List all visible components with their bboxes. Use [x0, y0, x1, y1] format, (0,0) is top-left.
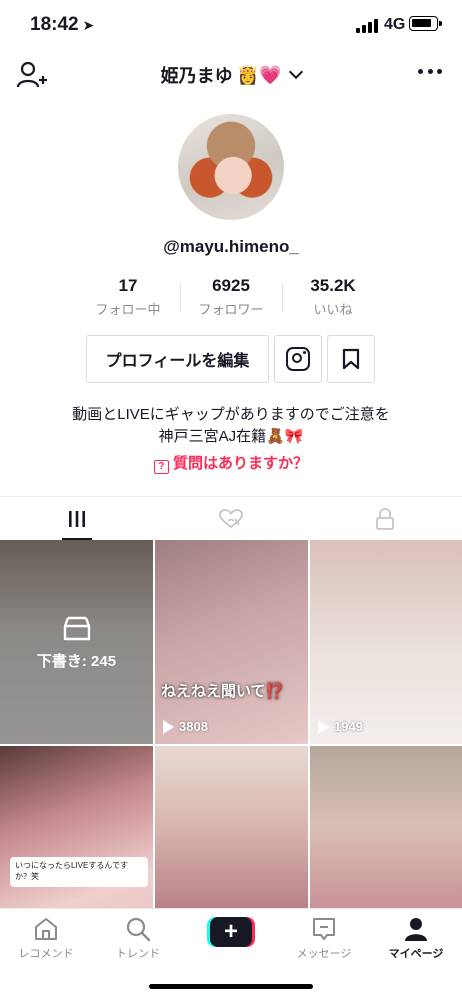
bio-line: 動画とLIVEにギャップがありますのでご注意を: [72, 406, 390, 423]
following-count: 17: [118, 276, 138, 295]
create-button[interactable]: +: [207, 917, 255, 947]
play-icon: [318, 719, 329, 734]
lock-icon: [376, 507, 394, 530]
video-cell[interactable]: 1949: [310, 540, 462, 744]
dot-icon: [437, 68, 442, 74]
followers-count: 6925: [212, 276, 250, 295]
following-stat[interactable]: 17 フォロー中: [78, 276, 178, 318]
tab-videos[interactable]: [0, 497, 154, 540]
profile-handle: @mayu.himeno_: [163, 237, 299, 256]
status-time: 18:42 ➤: [30, 14, 94, 36]
nav-label: メッセージ: [296, 948, 352, 960]
bookmarks-button[interactable]: [327, 335, 375, 383]
instagram-button[interactable]: [274, 335, 322, 383]
followers-label: フォロワー: [198, 302, 264, 317]
signal-icon: [356, 19, 378, 33]
person-icon: [405, 918, 427, 941]
status-bar: 18:42 ➤ 4G: [0, 0, 462, 50]
view-count-text: 3808: [179, 719, 208, 734]
grid-icon: [69, 510, 85, 527]
home-indicator: [149, 984, 313, 989]
following-label: フォロー中: [95, 302, 161, 317]
question-text: 質問はありますか？: [172, 455, 308, 472]
location-arrow-icon: ➤: [82, 17, 95, 33]
home-icon: [35, 918, 57, 940]
draft-box-icon: [63, 616, 90, 640]
followers-stat[interactable]: 6925 フォロワー: [181, 276, 281, 318]
question-sticker: いつになったらLIVEするんですか？笑: [10, 857, 148, 887]
nav-label: レコメンド: [18, 948, 74, 960]
video-cell[interactable]: ねえねえ聞いて⁉️ 3808: [155, 540, 308, 744]
instagram-icon: [286, 347, 310, 371]
hidden-heart-icon: [219, 508, 243, 528]
dot-icon: [418, 68, 423, 74]
profile-stats: 17 フォロー中 6925 フォロワー 35.2K いいね: [0, 276, 462, 320]
message-icon: [313, 918, 335, 940]
profile-title: 姫乃まゆ: [160, 66, 233, 86]
likes-stat[interactable]: 35.2K いいね: [283, 276, 383, 318]
nav-home[interactable]: レコメンド: [0, 915, 92, 961]
likes-count: 35.2K: [310, 276, 356, 295]
draft-count: 下書き: 245: [36, 652, 117, 670]
video-caption: ねえねえ聞いて⁉️: [161, 683, 285, 700]
account-switcher[interactable]: 姫乃まゆ 👸💗: [0, 62, 462, 88]
nav-label: マイページ: [388, 948, 444, 960]
profile-nav-bar: 姫乃まゆ 👸💗: [0, 52, 462, 96]
network-type: 4G: [384, 16, 406, 33]
view-count: 1949: [318, 719, 363, 734]
battery-icon: [409, 16, 442, 31]
draft-overlay: 下書き: 245: [0, 540, 153, 744]
plus-icon: +: [210, 917, 252, 947]
nav-inbox[interactable]: メッセージ: [278, 915, 370, 961]
video-grid: 下書き: 245 ねえねえ聞いて⁉️ 3808 1949 いつになったらLIVE…: [0, 540, 462, 950]
question-icon: ?: [153, 460, 169, 474]
avatar[interactable]: [178, 114, 284, 220]
draft-cell[interactable]: 下書き: 245: [0, 540, 153, 744]
view-count: 3808: [163, 719, 208, 734]
play-icon: [163, 719, 174, 734]
profile-bio: 動画とLIVEにギャップがありますのでご注意を 神戸三宮AJ在籍🧸🎀: [0, 404, 462, 448]
bookmark-icon: [342, 348, 360, 370]
view-count-text: 1949: [334, 719, 363, 734]
tab-liked[interactable]: [154, 497, 308, 540]
more-options-button[interactable]: [418, 65, 442, 77]
title-emojis: 👸💗: [236, 64, 282, 85]
status-time-text: 18:42: [30, 14, 79, 35]
likes-label: いいね: [313, 302, 353, 317]
search-icon: [126, 917, 151, 942]
content-tabs: [0, 496, 462, 540]
chevron-down-icon: [289, 64, 304, 80]
tab-private[interactable]: [308, 497, 462, 540]
nav-discover[interactable]: トレンド: [92, 915, 184, 961]
bio-line: 神戸三宮AJ在籍🧸🎀: [158, 428, 304, 445]
edit-profile-button[interactable]: プロフィールを編集: [86, 335, 269, 383]
dot-icon: [427, 68, 433, 74]
nav-profile[interactable]: マイページ: [370, 915, 462, 961]
nav-label: トレンド: [116, 948, 160, 960]
question-link[interactable]: ? 質問はありますか？: [0, 452, 462, 474]
